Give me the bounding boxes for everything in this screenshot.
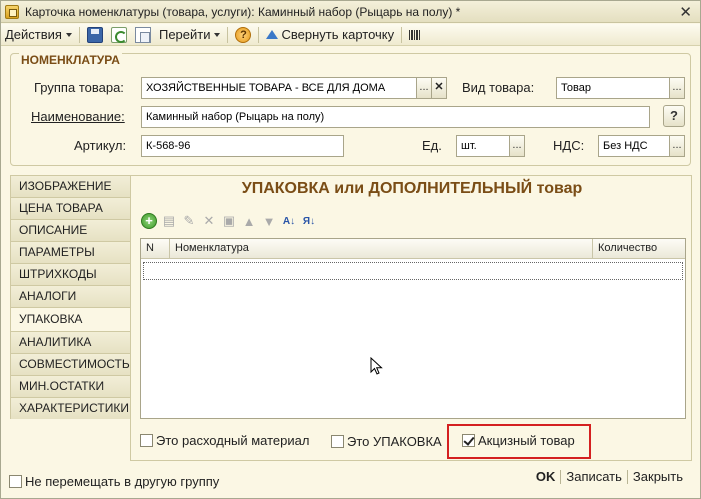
packaging-table[interactable]: N Номенклатура Количество — [140, 238, 686, 419]
help-button[interactable]: ? — [663, 105, 685, 127]
chevron-down-icon — [65, 32, 72, 37]
package-label: Это УПАКОВКА — [347, 434, 442, 449]
column-quantity[interactable]: Количество — [593, 239, 685, 258]
table-row[interactable] — [143, 262, 683, 280]
tab-min-stock[interactable]: МИН.ОСТАТКИ — [10, 375, 130, 397]
panel-title: УПАКОВКА или ДОПОЛНИТЕЛЬНЫЙ товар — [241, 180, 583, 197]
actions-menu-label: Действия — [5, 27, 62, 42]
consumable-box[interactable] — [140, 434, 153, 447]
tab-barcodes[interactable]: ШТРИХКОДЫ — [10, 263, 130, 285]
copy-button[interactable] — [131, 25, 155, 45]
column-n[interactable]: N — [141, 239, 170, 258]
mouse-cursor-icon — [370, 357, 383, 375]
excise-box[interactable] — [462, 434, 475, 447]
toolbar-separator — [227, 26, 229, 43]
ok-button[interactable]: OK — [531, 469, 561, 484]
move-down-icon[interactable]: ▼ — [261, 213, 277, 229]
article-field[interactable]: К-568-96 — [141, 135, 344, 157]
help-icon: ? — [235, 26, 252, 43]
consumable-checkbox[interactable]: Это расходный материал — [140, 433, 309, 448]
chevron-down-icon — [214, 32, 221, 37]
footer-buttons: OK Записать Закрыть — [531, 469, 688, 484]
arrow-up-icon — [266, 30, 279, 39]
add-icon[interactable]: + — [141, 213, 157, 229]
collapse-card-label: Свернуть карточку — [281, 27, 395, 42]
vat-field[interactable]: Без НДС — [598, 135, 670, 157]
tab-description[interactable]: ОПИСАНИЕ — [10, 219, 130, 241]
delete-icon[interactable]: ✕ — [201, 213, 217, 229]
close-button[interactable]: Закрыть — [628, 469, 688, 484]
goto-menu-label: Перейти — [158, 27, 211, 42]
toolbar-separator — [78, 26, 80, 43]
close-icon[interactable]: ✕ — [679, 3, 692, 21]
goto-menu[interactable]: Перейти — [155, 25, 225, 45]
tab-analogs[interactable]: АНАЛОГИ — [10, 285, 130, 307]
kind-select-button[interactable]: ... — [669, 77, 685, 99]
toolbar-separator — [401, 26, 403, 43]
package-checkbox[interactable]: Это УПАКОВКА — [331, 434, 442, 449]
excise-checkbox[interactable]: Акцизный товар — [462, 433, 575, 448]
kind-label: Вид товара: — [462, 80, 535, 95]
name-label[interactable]: Наименование: — [31, 109, 125, 124]
save-button[interactable]: Записать — [561, 469, 627, 484]
vat-label: НДС: — [553, 138, 585, 153]
catalog-card-icon — [5, 4, 19, 19]
tab-packaging[interactable]: УПАКОВКА — [10, 307, 130, 331]
unit-label: Ед. — [422, 138, 442, 153]
copy-icon — [134, 26, 151, 43]
group-label: Группа товара: — [34, 80, 124, 95]
floppy-icon — [86, 26, 103, 43]
group-field[interactable]: ХОЗЯЙСТВЕННЫЕ ТОВАРА - ВСЕ ДЛЯ ДОМА — [141, 77, 417, 99]
section-title: НОМЕНКЛАТУРА — [19, 53, 122, 67]
vat-select-button[interactable]: ... — [669, 135, 685, 157]
sort-asc-icon[interactable]: А↓ — [281, 213, 297, 229]
edit-icon[interactable]: ✎ — [181, 213, 197, 229]
tab-parameters[interactable]: ПАРАМЕТРЫ — [10, 241, 130, 263]
dont-move-label: Не перемещать в другую группу — [25, 474, 220, 489]
footer: Не перемещать в другую группу OK Записат… — [1, 467, 700, 499]
toolbar: Действия Перейти ? Свернуть карточку — [1, 24, 700, 46]
barcode-icon — [409, 29, 422, 40]
toolbar-separator — [258, 26, 260, 43]
table-header: N Номенклатура Количество — [141, 239, 685, 259]
excise-label: Акцизный товар — [478, 433, 575, 448]
title-bar: Карточка номенклатуры (товара, услуги): … — [1, 1, 700, 23]
packaging-panel: УПАКОВКА или ДОПОЛНИТЕЛЬНЫЙ товар + ▤ ✎ … — [130, 175, 692, 461]
barcode-button[interactable] — [405, 25, 425, 45]
save-row-icon[interactable]: ▣ — [221, 213, 237, 229]
package-box[interactable] — [331, 435, 344, 448]
name-field[interactable]: Каминный набор (Рыцарь на полу) — [141, 106, 650, 128]
save-close-button[interactable] — [83, 25, 107, 45]
actions-menu[interactable]: Действия — [1, 25, 76, 45]
move-up-icon[interactable]: ▲ — [241, 213, 257, 229]
sort-desc-icon[interactable]: Я↓ — [301, 213, 317, 229]
tab-list: ИЗОБРАЖЕНИЕ ЦЕНА ТОВАРА ОПИСАНИЕ ПАРАМЕТ… — [10, 175, 130, 419]
tab-characteristics[interactable]: ХАРАКТЕРИСТИКИ — [10, 397, 130, 419]
window: Карточка номенклатуры (товара, услуги): … — [0, 0, 701, 499]
unit-select-button[interactable]: ... — [509, 135, 525, 157]
article-label: Артикул: — [74, 138, 127, 153]
dont-move-checkbox[interactable]: Не перемещать в другую группу — [9, 474, 219, 489]
help-button[interactable]: ? — [231, 25, 255, 45]
dont-move-box[interactable] — [9, 475, 22, 488]
tab-analytics[interactable]: АНАЛИТИКА — [10, 331, 130, 353]
refresh-button[interactable] — [107, 25, 131, 45]
column-nomenclature[interactable]: Номенклатура — [170, 239, 593, 258]
group-select-button[interactable]: ... — [416, 77, 432, 99]
tab-price[interactable]: ЦЕНА ТОВАРА — [10, 197, 130, 219]
copy-row-icon[interactable]: ▤ — [161, 213, 177, 229]
window-title: Карточка номенклатуры (товара, услуги): … — [25, 4, 461, 19]
clear-icon[interactable]: ✕ — [431, 77, 447, 99]
kind-field[interactable]: Товар — [556, 77, 670, 99]
collapse-card-button[interactable]: Свернуть карточку — [262, 25, 398, 45]
tab-compatibility[interactable]: СОВМЕСТИМОСТЬ — [10, 353, 130, 375]
consumable-label: Это расходный материал — [156, 433, 310, 448]
table-toolbar: + ▤ ✎ ✕ ▣ ▲ ▼ А↓ Я↓ — [141, 212, 321, 230]
tab-image[interactable]: ИЗОБРАЖЕНИЕ — [10, 175, 130, 197]
refresh-icon — [110, 26, 127, 43]
unit-field[interactable]: шт. — [456, 135, 510, 157]
